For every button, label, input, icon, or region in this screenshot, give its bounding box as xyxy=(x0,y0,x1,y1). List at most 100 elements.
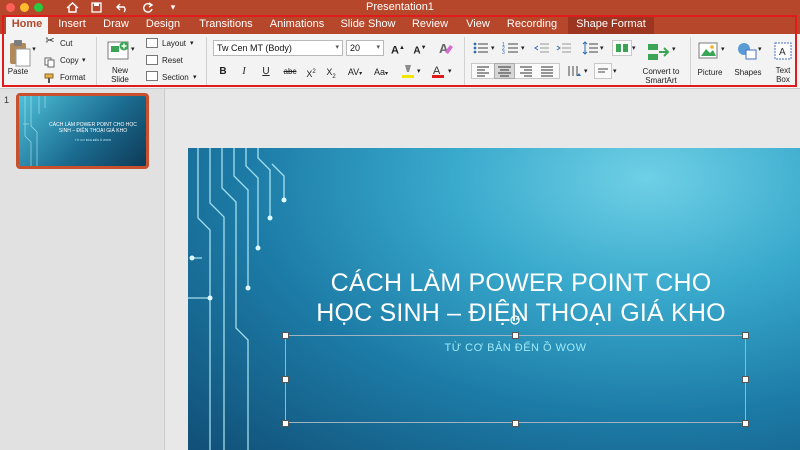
font-color-icon[interactable]: A xyxy=(430,63,446,79)
tab-view[interactable]: View xyxy=(460,15,496,34)
new-slide-icon[interactable] xyxy=(105,38,131,64)
separator xyxy=(206,37,207,85)
line-spacing-dropdown-icon[interactable]: ▾ xyxy=(600,44,604,53)
numbering-icon[interactable]: 123 xyxy=(502,40,520,56)
copy-button[interactable]: Copy xyxy=(60,56,79,65)
convert-smartart-button[interactable]: Convert to SmartArt xyxy=(634,67,688,85)
resize-handle[interactable] xyxy=(742,420,749,427)
decrease-font-size-icon[interactable]: A▼ xyxy=(412,40,428,56)
reset-button[interactable]: Reset xyxy=(162,56,183,65)
strikethrough-icon[interactable]: abc xyxy=(280,64,300,80)
resize-handle[interactable] xyxy=(512,420,519,427)
tab-animations[interactable]: Animations xyxy=(265,15,329,34)
picture-button[interactable]: Picture xyxy=(695,68,725,77)
bullets-icon[interactable] xyxy=(472,40,490,56)
section-dropdown-icon[interactable]: ▾ xyxy=(193,73,197,82)
layout-button[interactable]: Layout xyxy=(162,39,186,48)
tab-draw[interactable]: Draw xyxy=(97,15,135,34)
layout-icon[interactable] xyxy=(146,38,158,48)
font-name-combo[interactable]: Tw Cen MT (Body) ▾ xyxy=(213,40,343,56)
font-color-dropdown-icon[interactable]: ▾ xyxy=(448,67,452,76)
bold-icon[interactable]: B xyxy=(215,64,231,80)
tab-insert[interactable]: Insert xyxy=(52,15,92,34)
paste-dropdown-icon[interactable]: ▾ xyxy=(30,45,38,54)
layout-dropdown-icon[interactable]: ▾ xyxy=(190,39,194,48)
align-left-icon[interactable] xyxy=(474,64,492,78)
resize-handle[interactable] xyxy=(282,332,289,339)
copy-dropdown-icon[interactable]: ▾ xyxy=(82,56,86,65)
highlight-icon[interactable] xyxy=(400,63,416,79)
text-box-icon[interactable]: A xyxy=(773,40,793,62)
cut-button[interactable]: Cut xyxy=(60,39,72,48)
tab-recording[interactable]: Recording xyxy=(502,15,562,34)
scissors-icon[interactable]: ✂ xyxy=(44,36,56,47)
increase-indent-icon[interactable] xyxy=(555,40,573,56)
paste-icon[interactable] xyxy=(5,38,33,68)
smartart-icon[interactable] xyxy=(646,40,672,64)
copy-icon[interactable] xyxy=(44,55,55,68)
svg-text:3: 3 xyxy=(502,50,505,56)
picture-icon[interactable] xyxy=(697,40,721,62)
resize-handle[interactable] xyxy=(742,332,749,339)
smartart-dropdown-icon[interactable]: ▾ xyxy=(672,45,676,54)
increase-font-size-icon[interactable]: A▲ xyxy=(390,40,406,57)
shapes-icon[interactable] xyxy=(735,40,759,62)
slide-number: 1 xyxy=(4,95,10,105)
subscript-icon[interactable]: X2 xyxy=(322,64,340,80)
section-button[interactable]: Section xyxy=(162,73,189,82)
align-center-icon[interactable] xyxy=(494,63,515,79)
shapes-button[interactable]: Shapes xyxy=(732,68,764,77)
new-slide-dropdown-icon[interactable]: ▾ xyxy=(131,45,135,54)
text-box-button[interactable]: Text Box xyxy=(768,66,798,84)
highlight-dropdown-icon[interactable]: ▾ xyxy=(417,67,421,76)
separator xyxy=(464,37,465,85)
columns-icon[interactable] xyxy=(612,40,632,56)
subtitle-placeholder[interactable]: TỪ CƠ BẢN ĐẾN Ồ WOW xyxy=(285,335,746,423)
text-direction-icon[interactable] xyxy=(565,63,583,79)
align-text-icon[interactable] xyxy=(594,63,612,79)
resize-handle[interactable] xyxy=(512,332,519,339)
resize-handle[interactable] xyxy=(742,376,749,383)
character-spacing-icon[interactable]: AV▾ xyxy=(344,64,366,80)
new-slide-button[interactable]: New Slide xyxy=(106,66,134,84)
decrease-indent-icon[interactable] xyxy=(533,40,551,56)
font-name-value: Tw Cen MT (Body) xyxy=(217,43,292,53)
shapes-dropdown-icon[interactable]: ▾ xyxy=(758,45,762,54)
tab-shape-format[interactable]: Shape Format xyxy=(568,15,654,34)
slide-title[interactable]: CÁCH LÀM POWER POINT CHO HỌC SINH – ĐIỆN… xyxy=(248,268,794,328)
tab-slide-show[interactable]: Slide Show xyxy=(336,15,400,34)
align-text-dropdown-icon[interactable]: ▾ xyxy=(613,67,617,76)
justify-icon[interactable] xyxy=(538,64,556,78)
format-painter-button[interactable]: Format xyxy=(60,73,85,82)
slide[interactable]: CÁCH LÀM POWER POINT CHO HỌC SINH – ĐIỆN… xyxy=(188,148,800,450)
italic-icon[interactable]: I xyxy=(236,64,252,80)
text-direction-dropdown-icon[interactable]: ▾ xyxy=(584,67,588,76)
bullets-dropdown-icon[interactable]: ▾ xyxy=(491,44,495,53)
thumbnail-subtitle: TỪ CƠ BẢN ĐẾN Ồ WOW xyxy=(74,138,112,142)
clear-formatting-icon[interactable]: A xyxy=(437,40,455,56)
rotate-handle-icon[interactable] xyxy=(509,313,521,325)
change-case-icon[interactable]: Aa▾ xyxy=(370,64,392,80)
slide-title-line-2: HỌC SINH – ĐIỆN THOẠI GIÁ KHO xyxy=(316,299,726,327)
superscript-icon[interactable]: X2 xyxy=(302,64,320,80)
resize-handle[interactable] xyxy=(282,420,289,427)
resize-handle[interactable] xyxy=(282,376,289,383)
slide-thumbnail[interactable]: CÁCH LÀM POWER POINT CHO HỌC SINH – ĐIỆN… xyxy=(16,93,149,169)
format-painter-icon[interactable] xyxy=(44,71,56,83)
picture-dropdown-icon[interactable]: ▾ xyxy=(721,45,725,54)
underline-icon[interactable]: U xyxy=(258,64,274,80)
tab-home[interactable]: Home xyxy=(6,15,48,34)
tab-design[interactable]: Design xyxy=(140,15,186,34)
columns-dropdown-icon[interactable]: ▾ xyxy=(632,44,636,53)
paste-button[interactable]: Paste xyxy=(4,67,32,76)
numbering-dropdown-icon[interactable]: ▾ xyxy=(521,44,525,53)
tab-transitions[interactable]: Transitions xyxy=(193,15,259,34)
align-right-icon[interactable] xyxy=(517,64,535,78)
window-title: Presentation1 xyxy=(366,1,434,13)
title-bar: ▾ Presentation1 xyxy=(0,0,800,15)
reset-icon[interactable] xyxy=(146,55,158,65)
tab-review[interactable]: Review xyxy=(408,15,452,34)
font-size-combo[interactable]: 20 ▾ xyxy=(346,40,384,56)
line-spacing-icon[interactable] xyxy=(581,40,599,56)
section-icon[interactable] xyxy=(146,71,158,81)
